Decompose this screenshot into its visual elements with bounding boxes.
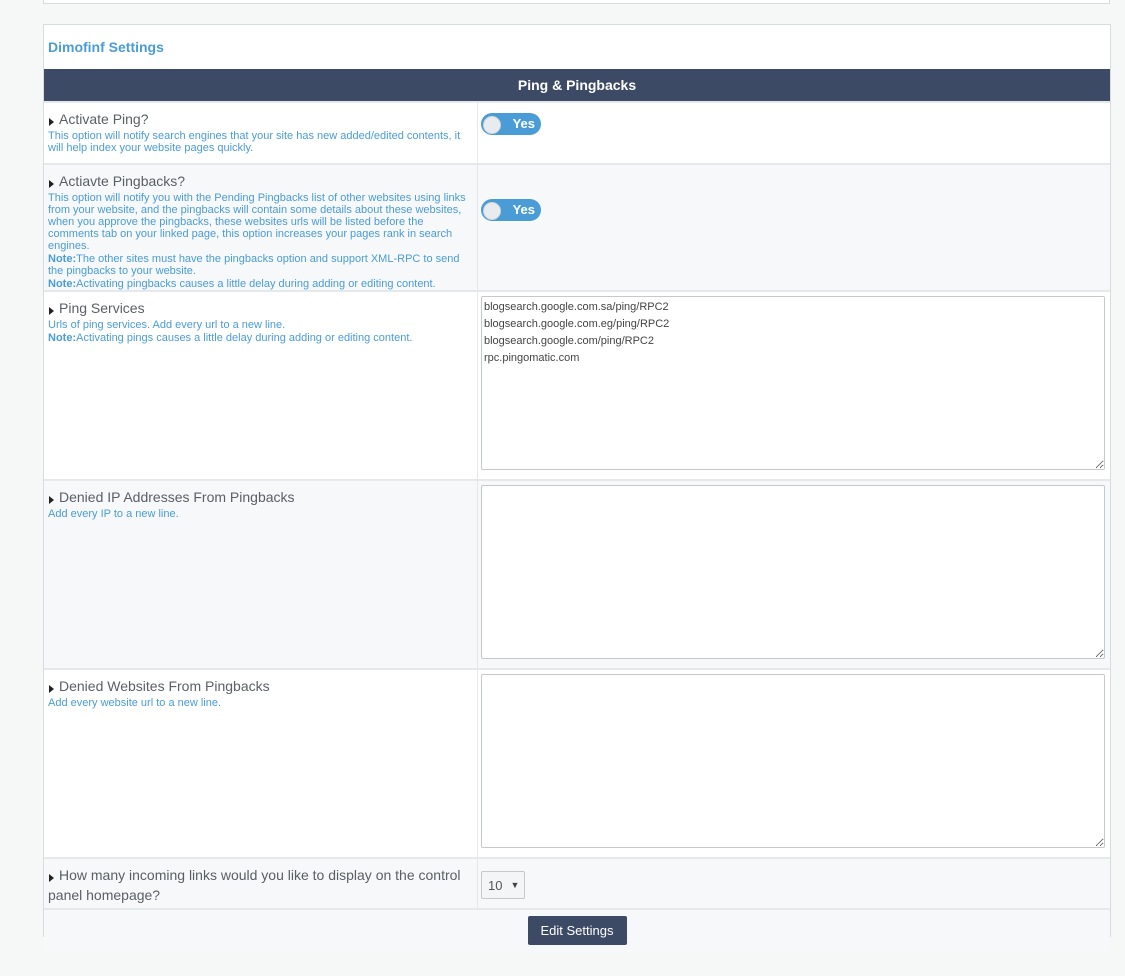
toggle-knob (483, 202, 501, 220)
note-label: Note: (48, 278, 77, 290)
incoming-links-select[interactable]: 10 ▼ (481, 871, 526, 899)
note-text: The other sites must have the pingbacks … (48, 253, 460, 277)
option-row-incoming-links: How many incoming links would you like t… (44, 857, 1110, 908)
caret-right-icon (49, 496, 54, 504)
option-title: How many incoming links would you like t… (48, 867, 461, 903)
activate-pingbacks-toggle[interactable]: Yes (481, 199, 541, 221)
option-control-cell: blogsearch.google.com.sa/ping/RPC2 blogs… (477, 290, 1110, 480)
option-control-cell: Yes (477, 101, 1110, 164)
option-control-cell (477, 668, 1110, 858)
section-header: Ping & Pingbacks (44, 69, 1110, 101)
toggle-label: Yes (512, 116, 535, 131)
toggle-label: Yes (512, 202, 535, 217)
option-title: Denied IP Addresses From Pingbacks (59, 489, 295, 505)
toggle-knob (483, 116, 501, 134)
option-title: Denied Websites From Pingbacks (59, 678, 270, 694)
option-row-denied-ips: Denied IP Addresses From Pingbacks Add e… (44, 479, 1110, 669)
option-title: Activate Ping? (59, 111, 149, 127)
option-control-cell (477, 479, 1110, 669)
option-row-denied-websites: Denied Websites From Pingbacks Add every… (44, 668, 1110, 858)
form-footer: Edit Settings (44, 908, 1110, 952)
note-text: Activating pings causes a little delay d… (76, 332, 413, 344)
caret-right-icon (49, 874, 54, 882)
note-text: Activating pingbacks causes a little del… (76, 278, 436, 290)
denied-websites-textarea[interactable] (481, 674, 1105, 848)
note-label: Note: (48, 253, 77, 265)
option-description: Urls of ping services. Add every url to … (48, 319, 286, 331)
previous-panel-edge (43, 0, 1110, 4)
option-description: Add every website url to a new line. (48, 697, 222, 709)
option-note: Note:Activating pingbacks causes a littl… (48, 278, 473, 290)
option-control-cell: Yes (477, 163, 1110, 291)
option-row-activate-ping: Activate Ping? This option will notify s… (44, 101, 1110, 164)
option-label-cell: Denied IP Addresses From Pingbacks Add e… (44, 479, 478, 669)
option-row-activate-pingbacks: Actiavte Pingbacks? This option will not… (44, 163, 1110, 291)
option-label-cell: How many incoming links would you like t… (44, 857, 478, 908)
option-note: Note:The other sites must have the pingb… (48, 253, 473, 277)
edit-settings-button[interactable]: Edit Settings (527, 916, 627, 945)
chevron-down-icon: ▼ (510, 880, 520, 890)
option-description: This option will notify you with the Pen… (48, 192, 466, 252)
caret-right-icon (49, 180, 54, 188)
option-control-cell: 10 ▼ (477, 857, 1110, 908)
caret-right-icon (49, 307, 54, 315)
note-label: Note: (48, 332, 77, 344)
option-row-ping-services: Ping Services Urls of ping services. Add… (44, 290, 1110, 480)
option-label-cell: Denied Websites From Pingbacks Add every… (44, 668, 478, 858)
option-title: Ping Services (59, 300, 145, 316)
settings-panel: Dimofinf Settings Ping & Pingbacks Activ… (43, 24, 1111, 952)
option-note: Note:Activating pings causes a little de… (48, 332, 473, 344)
caret-right-icon (49, 685, 54, 693)
option-label-cell: Activate Ping? This option will notify s… (44, 101, 478, 164)
caret-right-icon (49, 118, 54, 126)
option-label-cell: Actiavte Pingbacks? This option will not… (44, 163, 478, 291)
activate-ping-toggle[interactable]: Yes (481, 113, 541, 135)
option-label-cell: Ping Services Urls of ping services. Add… (44, 290, 478, 480)
denied-ips-textarea[interactable] (481, 485, 1105, 659)
settings-table: Activate Ping? This option will notify s… (44, 101, 1110, 908)
ping-services-textarea[interactable]: blogsearch.google.com.sa/ping/RPC2 blogs… (481, 296, 1105, 470)
option-title: Actiavte Pingbacks? (59, 173, 186, 189)
option-description: This option will notify search engines t… (48, 130, 461, 154)
option-description: Add every IP to a new line. (48, 508, 179, 520)
select-value: 10 (488, 877, 503, 893)
panel-title: Dimofinf Settings (48, 39, 164, 55)
